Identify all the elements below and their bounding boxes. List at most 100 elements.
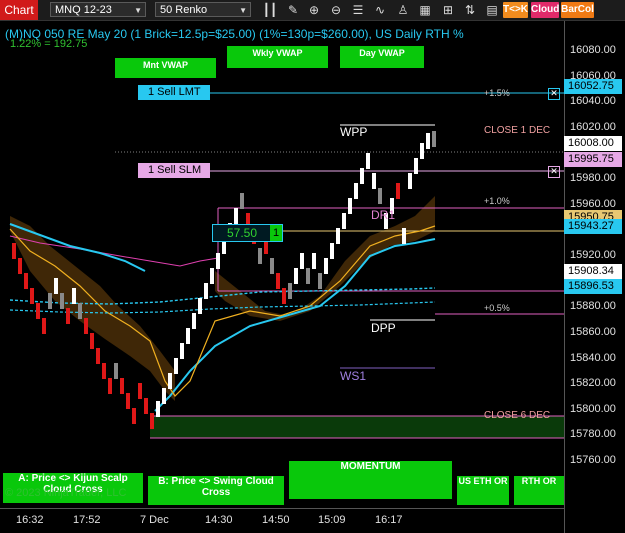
period-label: 50 Renko bbox=[160, 4, 208, 16]
renko-brick bbox=[174, 358, 178, 374]
price-tick-label: 16040.00 bbox=[570, 95, 616, 108]
renko-brick bbox=[234, 208, 238, 224]
position-pnl-box[interactable]: 57.50 1 bbox=[212, 224, 283, 242]
renko-brick bbox=[192, 313, 196, 329]
renko-brick bbox=[216, 253, 220, 269]
plus-0-5-pct-label: +0.5% bbox=[484, 303, 510, 313]
renko-brick bbox=[168, 373, 172, 389]
time-tick-label: 15:09 bbox=[318, 514, 346, 526]
renko-brick bbox=[342, 213, 346, 229]
renko-brick bbox=[24, 273, 28, 289]
zoom-out-icon[interactable]: ⊖ bbox=[328, 2, 344, 18]
price-tick-label: 15840.00 bbox=[570, 351, 616, 364]
sell-stop-order[interactable]: 1 Sell SLM bbox=[138, 163, 210, 178]
renko-brick bbox=[138, 383, 142, 399]
price-tick-label: 15880.00 bbox=[570, 300, 616, 313]
us-eth-or-button[interactable]: US ETH OR bbox=[457, 476, 509, 505]
renko-brick bbox=[306, 268, 310, 284]
price-tick-label: 16080.00 bbox=[570, 44, 616, 56]
renko-brick bbox=[186, 328, 190, 344]
rth-or-button[interactable]: RTH OR bbox=[514, 476, 564, 505]
time-tick-label: 16:32 bbox=[16, 514, 44, 526]
renko-brick bbox=[402, 228, 406, 244]
monthly-vwap-button[interactable]: Mnt VWAP bbox=[115, 58, 216, 78]
close-6-dec-label: CLOSE 6 DEC bbox=[484, 410, 551, 421]
renko-brick bbox=[132, 408, 136, 424]
renko-brick bbox=[126, 393, 130, 409]
price-tick-label: 15960.00 bbox=[570, 197, 616, 210]
kijun-cloud-left bbox=[10, 216, 175, 401]
range-info: 1.22% = 192.75 bbox=[10, 38, 88, 50]
chevron-down-icon: ▼ bbox=[239, 6, 247, 15]
renko-brick bbox=[84, 318, 88, 334]
sell-stop-label: 1 Sell SLM bbox=[148, 164, 202, 176]
price-tick-label: 15780.00 bbox=[570, 428, 616, 441]
zoom-in-icon[interactable]: ⊕ bbox=[306, 2, 322, 18]
chart-title: Chart bbox=[0, 0, 38, 20]
renko-brick bbox=[426, 133, 430, 149]
swing-cloud-button[interactable]: B: Price <> Swing Cloud Cross bbox=[148, 476, 284, 505]
price-tick-label: 15820.00 bbox=[570, 377, 616, 390]
renko-brick bbox=[348, 198, 352, 214]
chart-panel[interactable]: (M)NQ 050 RE May 20 (1 Brick=12.5p=$25.0… bbox=[0, 21, 625, 533]
renko-brick bbox=[258, 248, 262, 264]
renko-brick bbox=[240, 193, 244, 209]
day-vwap-button[interactable]: Day VWAP bbox=[340, 46, 424, 68]
renko-brick bbox=[336, 228, 340, 244]
renko-brick bbox=[90, 333, 94, 349]
time-axis-divider bbox=[0, 508, 564, 509]
period-selector[interactable]: 50 Renko ▼ bbox=[155, 2, 251, 17]
renko-brick bbox=[294, 268, 298, 284]
renko-brick bbox=[144, 398, 148, 414]
price-tick-label: 15860.00 bbox=[570, 325, 616, 338]
sell-limit-order[interactable]: 1 Sell LMT bbox=[138, 85, 210, 100]
renko-brick bbox=[210, 268, 214, 284]
indicators-icon[interactable]: ∿ bbox=[372, 2, 388, 18]
renko-brick bbox=[312, 253, 316, 269]
attach-icon[interactable]: ⊞ bbox=[440, 2, 456, 18]
toggle-barcol-button[interactable]: BarCol bbox=[561, 2, 594, 18]
toggle-cloud-button[interactable]: Cloud bbox=[531, 2, 559, 18]
price-tick-label: 15980.00 bbox=[570, 172, 616, 185]
renko-brick bbox=[360, 168, 364, 184]
renko-brick bbox=[330, 243, 334, 259]
price-marker-label: 15943.27 bbox=[564, 219, 622, 235]
grid-icon[interactable]: ▤ bbox=[484, 2, 500, 18]
close-order-icon[interactable]: ✕ bbox=[548, 166, 560, 178]
price-marker-label: 15995.75 bbox=[564, 151, 622, 167]
bars-icon[interactable]: ┃┃ bbox=[262, 2, 278, 18]
renko-brick bbox=[198, 298, 202, 314]
renko-brick bbox=[120, 378, 124, 394]
price-plot[interactable] bbox=[0, 21, 625, 533]
renko-brick bbox=[276, 273, 280, 289]
close-order-icon[interactable]: ✕ bbox=[548, 88, 560, 100]
renko-brick bbox=[378, 188, 382, 204]
chevron-down-icon: ▼ bbox=[134, 6, 142, 15]
close-1-dec-label: CLOSE 1 DEC bbox=[484, 125, 551, 136]
copyright-text: © 2023 NinjaTrader, LLC bbox=[5, 487, 127, 499]
renko-brick bbox=[102, 363, 106, 379]
calendar-icon[interactable]: ▦ bbox=[417, 2, 433, 18]
properties-icon[interactable]: ☰ bbox=[350, 2, 366, 18]
price-marker-label: 15908.34 bbox=[564, 263, 622, 279]
renko-brick bbox=[420, 143, 424, 159]
toolbar: Chart MNQ 12-23 ▼ 50 Renko ▼ ┃┃ ✎ ⊕ ⊖ ☰ … bbox=[0, 0, 625, 21]
renko-brick bbox=[372, 173, 376, 189]
time-tick-label: 17:52 bbox=[73, 514, 101, 526]
renko-brick bbox=[54, 278, 58, 294]
price-marker-label: 15896.53 bbox=[564, 279, 622, 295]
renko-brick bbox=[150, 413, 154, 429]
toggle-tk-button[interactable]: T<>K bbox=[503, 2, 528, 18]
chart-trader-icon[interactable]: ⇅ bbox=[462, 2, 478, 18]
strategy-icon[interactable]: ♙ bbox=[395, 2, 411, 18]
plus-1-pct-label: +1.0% bbox=[484, 196, 510, 206]
time-tick-label: 16:17 bbox=[375, 514, 403, 526]
instrument-label: MNQ 12-23 bbox=[55, 4, 112, 16]
renko-brick bbox=[156, 401, 160, 417]
weekly-vwap-button[interactable]: Wkly VWAP bbox=[227, 46, 328, 68]
draw-icon[interactable]: ✎ bbox=[285, 2, 301, 18]
time-tick-label: 14:50 bbox=[262, 514, 290, 526]
renko-brick bbox=[180, 343, 184, 359]
instrument-selector[interactable]: MNQ 12-23 ▼ bbox=[50, 2, 146, 17]
momentum-button[interactable]: MOMENTUM bbox=[289, 461, 452, 499]
